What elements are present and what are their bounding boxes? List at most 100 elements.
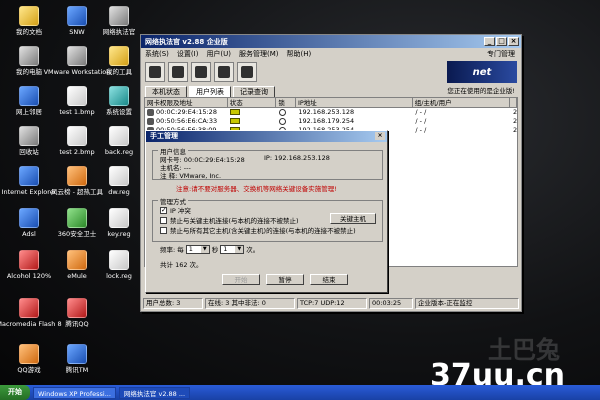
desktop-shortcut-icon	[19, 6, 39, 26]
window-title: 网络执法官 v2.88 企业版	[145, 37, 228, 46]
desktop-shortcut-icon	[109, 208, 129, 228]
desktop-icon[interactable]: Alcohol 120%	[4, 248, 54, 288]
table-row[interactable]: 00:50:56:E6:CA:33 192.168.179.254 / - / …	[145, 117, 517, 126]
checkbox[interactable]	[160, 216, 167, 224]
desktop-icon[interactable]: back.reg	[94, 124, 144, 164]
lock-icon	[278, 117, 286, 125]
key-host-button[interactable]: 关键主机	[330, 213, 376, 224]
row-group: / - /	[415, 117, 427, 125]
row-ip: 192.168.179.254	[298, 117, 355, 125]
desktop-icon[interactable]: lock.reg	[94, 248, 144, 288]
desktop-icon[interactable]: 系统设置	[94, 84, 144, 124]
tab-local-status[interactable]: 本机状态	[145, 86, 187, 97]
desktop-icon-label: key.reg	[107, 230, 131, 238]
col-lock[interactable]: 锁	[276, 98, 296, 107]
desktop-shortcut-icon	[109, 250, 129, 270]
start-button[interactable]: 开始	[222, 274, 260, 285]
toolbar-button-5[interactable]	[237, 62, 257, 82]
col-status[interactable]: 状态	[228, 98, 277, 107]
menu-service[interactable]: 服务管理(M)	[239, 49, 279, 59]
desktop-shortcut-icon	[67, 86, 87, 106]
menu-settings[interactable]: 设置(I)	[177, 49, 199, 59]
toolbar-button-2[interactable]	[168, 62, 188, 82]
desktop-icon[interactable]: Adsl	[4, 206, 54, 246]
desktop-icon-label: 回收站	[19, 148, 39, 156]
desktop-icon[interactable]: Internet Explorer	[2, 164, 56, 204]
desktop-icon[interactable]: 腾讯TM	[52, 342, 102, 382]
col-group[interactable]: 组/主机/用户	[413, 98, 510, 107]
opt-ip-conflict[interactable]: IP 冲突	[160, 205, 191, 215]
pause-button[interactable]: 暂停	[266, 274, 304, 285]
col-ip[interactable]: IP地址	[296, 98, 413, 107]
times-label: 次。	[246, 246, 260, 254]
row-year: 2006	[513, 117, 517, 125]
ip-value: 192.168.253.128	[274, 154, 330, 162]
desktop-shortcut-icon	[19, 250, 39, 270]
toolbar-button-4[interactable]	[214, 62, 234, 82]
tab-bar: 本机状态 用户列表 记录查询 您正在使用的是企业版!	[141, 85, 521, 97]
task-windows-xp[interactable]: Windows XP Professi...	[33, 386, 116, 399]
desktop-shortcut-icon	[19, 166, 39, 186]
desktop-shortcut-icon	[67, 6, 87, 26]
menu-system[interactable]: 系统(S)	[145, 49, 169, 59]
note-label: 注 释:	[160, 172, 178, 180]
opt-block-all[interactable]: 禁止与所有其它主机(含关键主机)的连接(与本机的连接不被禁止)	[160, 225, 356, 235]
note-value: VMware, Inc.	[179, 172, 222, 180]
desktop-icon-label: 我的电脑	[16, 68, 42, 76]
close-button[interactable]: ×	[508, 37, 519, 46]
checkbox[interactable]	[160, 226, 167, 234]
toolbar-button-1[interactable]	[145, 62, 165, 82]
times-select[interactable]: 1 ▼	[220, 244, 245, 254]
desktop-icon[interactable]: 网上邻居	[4, 84, 54, 124]
desktop-icon[interactable]: 我的电脑	[4, 44, 54, 84]
frequency-row: 频率: 每 1 ▼ 秒 1 ▼ 次。	[160, 244, 259, 254]
opt-block-key-host[interactable]: 禁止与关键主机连接(与本机的连接不被禁止)	[160, 215, 299, 225]
opt-block-key-host-label: 禁止与关键主机连接(与本机的连接不被禁止)	[170, 217, 299, 225]
desktop-shortcut-icon	[109, 86, 129, 106]
desktop-icon-label: back.reg	[104, 148, 134, 156]
dialog-titlebar[interactable]: 手工管理 ×	[146, 131, 387, 142]
desktop-icon[interactable]: 腾讯QQ	[52, 296, 102, 336]
tab-user-list[interactable]: 用户列表	[189, 86, 231, 97]
menu-help[interactable]: 帮助(H)	[287, 49, 312, 59]
times-select-value: 1	[223, 245, 228, 253]
opt-block-all-label: 禁止与所有其它主机(含关键主机)的连接(与本机的连接不被禁止)	[170, 227, 356, 235]
end-button[interactable]: 结束	[310, 274, 348, 285]
tab-records[interactable]: 记录查询	[233, 86, 275, 97]
col-mac[interactable]: 网卡权限及地址	[145, 98, 228, 107]
ip-line: IP: 192.168.253.128	[264, 154, 330, 162]
desktop-icon-label: 腾讯TM	[65, 366, 89, 374]
maximize-button[interactable]: □	[496, 37, 507, 46]
task-netlaw[interactable]: 网络执法官 v2.88 ...	[118, 386, 191, 399]
menubar: 系统(S) 设置(I) 用户(U) 服务管理(M) 帮助(H) 专门管理	[141, 48, 521, 59]
manual-manage-dialog: 手工管理 × 用户信息 网卡号: 00:0C:29:E4:15:28 IP: 1…	[145, 130, 388, 293]
desktop-icon[interactable]: 网络执法官	[94, 4, 144, 44]
minimize-button[interactable]: _	[484, 37, 495, 46]
window-titlebar[interactable]: 网络执法官 v2.88 企业版 _ □ ×	[141, 35, 521, 48]
desktop-icon[interactable]: Macromedia Flash 8	[0, 296, 62, 336]
desktop-icon[interactable]: 回收站	[4, 124, 54, 164]
desktop-icon-label: Adsl	[22, 230, 36, 238]
desktop-icon[interactable]: dw.reg	[94, 164, 144, 204]
start-button-taskbar[interactable]: 开始	[0, 385, 30, 400]
freq-select[interactable]: 1 ▼	[185, 244, 210, 254]
checkbox-checked[interactable]	[160, 206, 167, 214]
menu-users[interactable]: 用户(U)	[206, 49, 231, 59]
desktop-icon[interactable]: 我的工具	[94, 44, 144, 84]
status-users: 用户总数: 3	[143, 298, 203, 309]
desktop-shortcut-icon	[19, 126, 39, 146]
desktop-icon[interactable]: QQ游戏	[4, 342, 54, 382]
desktop-icon[interactable]: key.reg	[94, 206, 144, 246]
warning-notice: 注意:请不要对服务器、交换机等网络关键设备实施管理!	[176, 185, 337, 193]
nic-value: 00:0C:29:E4:15:28	[183, 156, 245, 164]
row-mac: 00:50:56:E6:CA:33	[156, 117, 218, 125]
desktop-icon-label: test 1.bmp	[59, 108, 95, 116]
status-online: 在线: 3 其中非法: 0	[205, 298, 295, 309]
edition-hint: 您正在使用的是企业版!	[447, 87, 515, 95]
dialog-close-button[interactable]: ×	[375, 132, 385, 140]
status-edition: 企业版本-正在监控	[415, 298, 519, 309]
col-extra[interactable]	[510, 98, 517, 107]
toolbar-button-3[interactable]	[191, 62, 211, 82]
desktop-icon[interactable]: 我的文档	[4, 4, 54, 44]
table-row[interactable]: 00:0C:29:E4:15:28 192.168.253.128 / - / …	[145, 108, 517, 117]
